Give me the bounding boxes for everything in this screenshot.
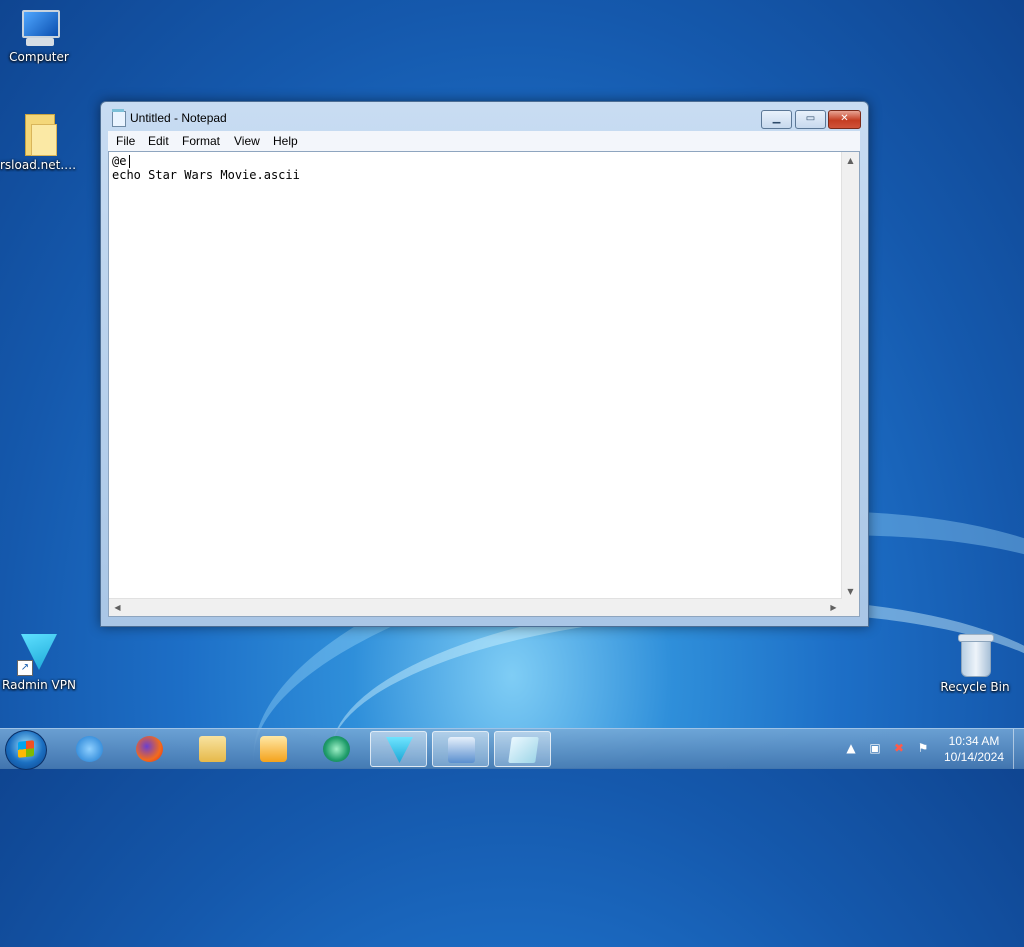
minimize-icon: ▁ — [772, 113, 781, 124]
taskbar: ▲ ▣ ✖ ⚑ 10:34 AM 10/14/2024 — [0, 728, 1024, 770]
green-app-icon — [323, 736, 350, 762]
scroll-up-icon[interactable]: ▲ — [842, 152, 859, 169]
scroll-right-icon[interactable]: ▶ — [825, 599, 842, 616]
action-center-flag-icon[interactable]: ⚑ — [916, 741, 930, 755]
start-button[interactable] — [5, 730, 47, 770]
radmin-vpn-icon: ↗ — [17, 632, 61, 676]
title-bar[interactable]: Untitled - Notepad ▁ ▭ ✕ — [101, 102, 868, 130]
desktop-icon-label: Computer — [9, 50, 69, 64]
desktop-icon-label: Radmin VPN — [2, 678, 76, 692]
size-grip[interactable] — [842, 599, 859, 616]
text-editor-area[interactable]: @e echo Star Wars Movie.ascii ▲ ▼ ◀ ▶ — [108, 151, 860, 617]
scroll-down-icon[interactable]: ▼ — [842, 583, 859, 600]
windows-start-icon — [18, 740, 34, 758]
document-text[interactable]: @e echo Star Wars Movie.ascii — [112, 154, 838, 598]
notepad-icon — [112, 109, 126, 127]
network-icon[interactable]: ▣ — [868, 741, 882, 755]
recycle-bin-icon — [956, 632, 994, 678]
text-caret — [129, 155, 130, 168]
desktop-icon-rsload-folder[interactable]: rsload.net.P... — [0, 110, 78, 172]
menu-edit[interactable]: Edit — [148, 134, 169, 148]
radmin-vpn-icon — [386, 737, 413, 763]
volume-muted-icon[interactable]: ✖ — [892, 741, 906, 755]
maximize-icon: ▭ — [805, 113, 816, 124]
menu-help[interactable]: Help — [273, 134, 298, 148]
desktop-icon-label: Recycle Bin — [940, 680, 1010, 694]
system-clock[interactable]: 10:34 AM 10/14/2024 — [935, 733, 1013, 765]
clock-time: 10:34 AM — [948, 734, 1000, 748]
firefox-icon — [136, 736, 163, 762]
menu-format[interactable]: Format — [182, 134, 220, 148]
internet-explorer-icon — [76, 736, 103, 762]
close-button[interactable]: ✕ — [828, 110, 861, 129]
taskbar-remote-desktop[interactable] — [432, 731, 489, 767]
desktop-icon-radmin-vpn[interactable]: ↗ Radmin VPN — [0, 632, 78, 692]
menu-bar: File Edit Format View Help — [108, 131, 860, 151]
menu-file[interactable]: File — [116, 134, 135, 148]
taskbar-notepad[interactable] — [494, 731, 551, 767]
scroll-left-icon[interactable]: ◀ — [109, 599, 126, 616]
file-explorer-icon — [199, 736, 226, 762]
notepad-window[interactable]: Untitled - Notepad ▁ ▭ ✕ File Edit Forma… — [100, 101, 869, 627]
horizontal-scrollbar[interactable]: ◀ ▶ — [109, 598, 842, 616]
desktop-icon-label: rsload.net.P... — [0, 158, 78, 172]
desktop-icon-recycle-bin[interactable]: Recycle Bin — [936, 632, 1014, 694]
taskbar-firefox[interactable] — [121, 731, 178, 767]
shortcut-arrow-icon: ↗ — [17, 660, 33, 676]
media-player-icon — [260, 736, 287, 762]
taskbar-green-app[interactable] — [308, 731, 365, 767]
taskbar-radmin-vpn[interactable] — [370, 731, 427, 767]
maximize-button[interactable]: ▭ — [795, 110, 826, 129]
notepad-icon — [508, 737, 539, 763]
show-hidden-icons-chevron-icon[interactable]: ▲ — [844, 741, 858, 755]
folder-icon — [19, 110, 59, 156]
desktop-icon-computer[interactable]: Computer — [0, 8, 78, 64]
taskbar-internet-explorer[interactable] — [61, 731, 118, 767]
remote-desktop-icon — [448, 737, 475, 763]
close-icon: ✕ — [840, 113, 849, 124]
taskbar-file-explorer[interactable] — [184, 731, 241, 767]
show-desktop-button[interactable] — [1013, 729, 1024, 769]
taskbar-media-player[interactable] — [245, 731, 302, 767]
computer-icon — [18, 8, 60, 48]
clock-date: 10/14/2024 — [943, 750, 1005, 764]
minimize-button[interactable]: ▁ — [761, 110, 792, 129]
menu-view[interactable]: View — [234, 134, 260, 148]
vertical-scrollbar[interactable]: ▲ ▼ — [841, 152, 859, 600]
window-title: Untitled - Notepad — [130, 111, 227, 125]
